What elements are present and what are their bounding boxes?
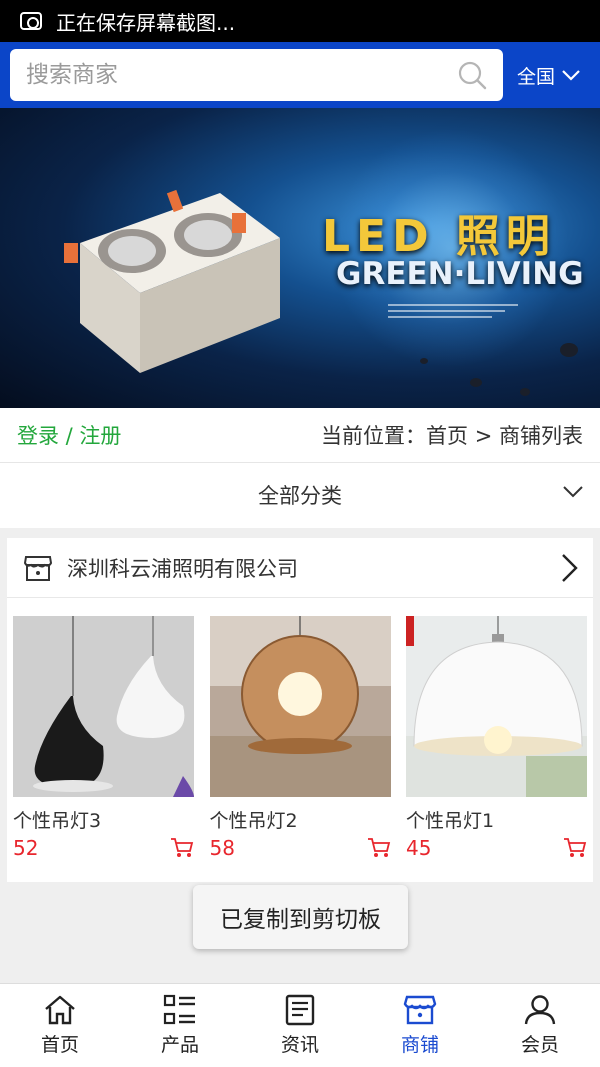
tab-shops[interactable]: 商铺: [360, 984, 480, 1067]
tab-products[interactable]: 产品: [120, 984, 240, 1067]
banner-debris: [470, 378, 482, 387]
banner-subtitle: GREEN·LIVING: [336, 256, 584, 292]
product-price: 58: [209, 836, 235, 860]
banner-debris: [420, 358, 428, 364]
status-bar: 正在保存屏幕截图...: [0, 0, 600, 42]
chevron-right-icon[interactable]: [559, 552, 579, 584]
product-image[interactable]: [406, 616, 587, 797]
product-name[interactable]: 个性吊灯3: [13, 806, 194, 833]
pendant-lamp-image: [13, 616, 194, 797]
mesh-globe-lamp-image: [209, 616, 391, 797]
breadcrumb-bar: 登录 / 注册 当前位置：首页 > 商铺列表: [0, 408, 600, 462]
region-label: 全国: [517, 65, 556, 88]
search-icon[interactable]: [457, 60, 487, 90]
shop-header[interactable]: 深圳科云浦照明有限公司: [7, 538, 593, 598]
cart-icon[interactable]: [170, 837, 194, 859]
login-register-link[interactable]: 登录 / 注册: [17, 420, 121, 450]
bottom-tab-bar: 首页 产品 资讯 商铺 会员: [0, 983, 600, 1067]
tab-label: 商铺: [400, 1034, 439, 1056]
news-icon: [285, 994, 315, 1026]
product-item[interactable]: 个性吊灯3 52: [13, 616, 194, 860]
shop-card: 深圳科云浦照明有限公司 个性吊灯3 52 个性吊灯2 58 个性吊灯1 45: [7, 538, 593, 882]
search-box[interactable]: [10, 49, 503, 101]
region-selector[interactable]: 全国: [517, 42, 581, 108]
product-list: 个性吊灯3 52 个性吊灯2 58 个性吊灯1 45: [13, 616, 587, 860]
tab-member[interactable]: 会员: [480, 984, 600, 1067]
store-icon: [23, 555, 53, 581]
cart-icon[interactable]: [367, 837, 391, 859]
grid-list-icon: [163, 994, 195, 1025]
search-header: 全国: [0, 42, 600, 108]
home-icon: [45, 995, 75, 1025]
tab-label: 首页: [40, 1034, 79, 1056]
dome-pendant-lamp-image: [406, 616, 587, 797]
banner-title: LED 照明: [322, 211, 556, 262]
promo-banner[interactable]: LED 照明 GREEN·LIVING: [0, 108, 600, 408]
toast-message: 已复制到剪切板: [193, 885, 408, 949]
product-item[interactable]: 个性吊灯2 58: [209, 616, 391, 860]
status-notice: 正在保存屏幕截图...: [56, 10, 236, 35]
category-label: 全部分类: [258, 484, 342, 508]
tab-home[interactable]: 首页: [0, 984, 120, 1067]
tab-news[interactable]: 资讯: [240, 984, 360, 1067]
tab-label: 会员: [520, 1034, 559, 1056]
product-image[interactable]: [209, 616, 391, 797]
banner-debris: [560, 343, 578, 357]
tab-label: 产品: [160, 1034, 199, 1056]
cart-icon[interactable]: [563, 837, 587, 859]
chevron-down-icon: [563, 486, 583, 498]
product-name[interactable]: 个性吊灯2: [210, 806, 391, 833]
search-input[interactable]: [26, 62, 446, 88]
banner-fine-print: [388, 304, 518, 328]
product-image[interactable]: [13, 616, 194, 797]
product-price: 45: [406, 836, 432, 860]
product-name[interactable]: 个性吊灯1: [406, 806, 587, 833]
screenshot-icon: [20, 12, 42, 30]
tab-label: 资讯: [280, 1034, 319, 1056]
led-downlight-image: [64, 189, 280, 373]
store-icon: [403, 995, 437, 1025]
product-price: 52: [13, 836, 39, 860]
shop-name: 深圳科云浦照明有限公司: [67, 556, 298, 581]
breadcrumb: 当前位置：首页 > 商铺列表: [321, 424, 583, 448]
user-icon: [524, 995, 556, 1025]
banner-debris: [520, 388, 530, 396]
chevron-down-icon: [562, 70, 580, 81]
product-item[interactable]: 个性吊灯1 45: [406, 616, 587, 860]
category-selector[interactable]: 全部分类: [0, 462, 600, 528]
